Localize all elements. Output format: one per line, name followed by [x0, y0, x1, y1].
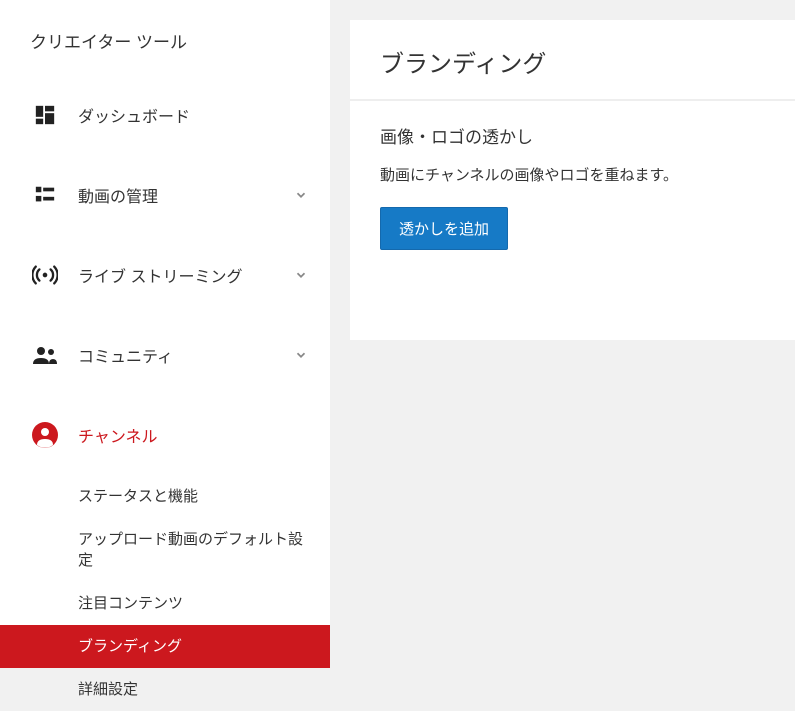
sub-item-label: 注目コンテンツ: [78, 595, 183, 612]
sub-item-upload-defaults[interactable]: アップロード動画のデフォルト設定: [0, 518, 330, 582]
sub-item-status[interactable]: ステータスと機能: [0, 475, 330, 518]
sidebar-item-label: ダッシュボード: [78, 103, 308, 127]
sub-item-label: ステータスと機能: [78, 488, 198, 505]
sidebar-item-live-streaming[interactable]: ライブ ストリーミング: [0, 235, 330, 315]
sub-item-branding[interactable]: ブランディング: [0, 625, 330, 668]
sub-item-advanced[interactable]: 詳細設定: [0, 668, 330, 711]
sub-item-featured-content[interactable]: 注目コンテンツ: [0, 582, 330, 625]
sidebar-item-community[interactable]: コミュニティ: [0, 315, 330, 395]
person-circle-icon: [30, 420, 60, 450]
sidebar: クリエイター ツール ダッシュボード 動画の管理: [0, 0, 330, 655]
sidebar-item-label: チャンネル: [78, 423, 308, 447]
chevron-down-icon: [294, 268, 308, 282]
sub-item-label: アップロード動画のデフォルト設定: [78, 531, 303, 569]
main-content: ブランディング 画像・ロゴの透かし 動画にチャンネルの画像やロゴを重ねます。 透…: [330, 0, 795, 655]
section-title: 画像・ロゴの透かし: [380, 123, 765, 148]
card-body: 画像・ロゴの透かし 動画にチャンネルの画像やロゴを重ねます。 透かしを追加: [350, 101, 795, 272]
list-icon: [30, 180, 60, 210]
sidebar-item-label: ライブ ストリーミング: [78, 263, 294, 287]
sidebar-title: クリエイター ツール: [0, 0, 330, 75]
card-title: ブランディング: [350, 20, 795, 101]
section-description: 動画にチャンネルの画像やロゴを重ねます。: [380, 164, 765, 185]
chevron-down-icon: [294, 348, 308, 362]
dashboard-icon: [30, 100, 60, 130]
chevron-down-icon: [294, 188, 308, 202]
sidebar-item-label: 動画の管理: [78, 183, 294, 207]
sidebar-item-label: コミュニティ: [78, 343, 294, 367]
sub-item-label: ブランディング: [78, 638, 182, 655]
sidebar-item-dashboard[interactable]: ダッシュボード: [0, 75, 330, 155]
sub-item-label: 詳細設定: [78, 681, 138, 698]
sidebar-item-channel[interactable]: チャンネル: [0, 395, 330, 475]
branding-card: ブランディング 画像・ロゴの透かし 動画にチャンネルの画像やロゴを重ねます。 透…: [350, 20, 795, 340]
people-icon: [30, 340, 60, 370]
live-icon: [30, 260, 60, 290]
add-watermark-button[interactable]: 透かしを追加: [380, 207, 508, 250]
sidebar-item-video-manager[interactable]: 動画の管理: [0, 155, 330, 235]
